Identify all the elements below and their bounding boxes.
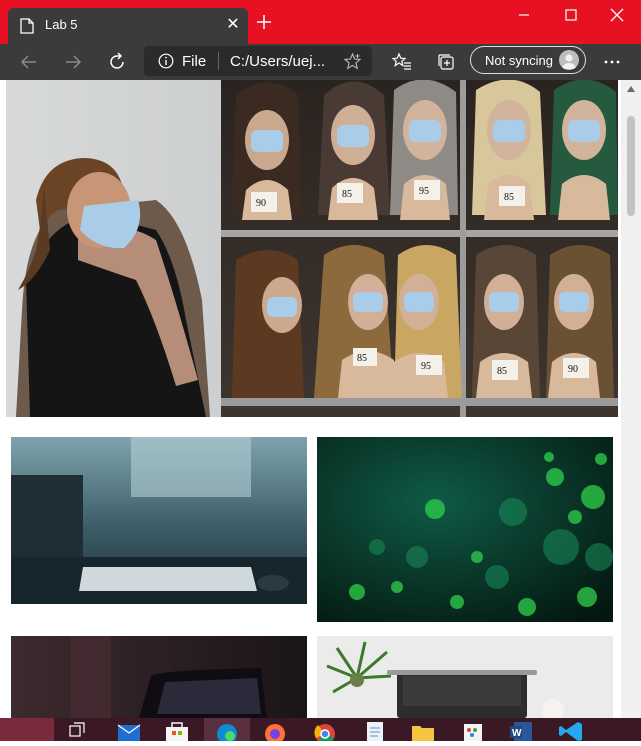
plus-icon[interactable] xyxy=(255,13,273,31)
collections-icon[interactable] xyxy=(436,52,456,72)
price-card: 85 xyxy=(504,192,514,203)
mail-icon[interactable] xyxy=(110,718,148,741)
laptop-dark-graphic xyxy=(11,636,307,718)
keyboard-photo-graphic xyxy=(11,437,307,604)
search-box-stub[interactable] xyxy=(0,718,54,741)
avatar xyxy=(559,50,579,70)
price-card: 85 xyxy=(497,366,507,377)
tab-title: Lab 5 xyxy=(45,17,78,32)
minimize-icon[interactable] xyxy=(513,6,535,24)
price-card: 95 xyxy=(421,361,431,372)
back-arrow-icon[interactable] xyxy=(19,52,39,72)
vertical-scrollbar[interactable] xyxy=(621,80,641,718)
scroll-up-icon[interactable] xyxy=(627,86,635,92)
edge-active-tab[interactable] xyxy=(204,718,250,744)
chrome-icon[interactable] xyxy=(306,718,344,741)
browser-toolbar: File C:/Users/uej... Not syncing xyxy=(0,44,641,80)
price-card: 95 xyxy=(419,186,429,197)
more-icon[interactable] xyxy=(602,52,622,72)
url-text[interactable]: C:/Users/uej... xyxy=(230,53,340,70)
svg-text:W: W xyxy=(512,728,522,739)
windows-taskbar: W xyxy=(0,718,641,744)
vscode-icon[interactable] xyxy=(552,718,590,741)
word-icon[interactable]: W xyxy=(502,718,540,741)
scrollbar-thumb[interactable] xyxy=(627,116,635,216)
store-icon[interactable] xyxy=(158,718,196,741)
file-explorer-icon[interactable] xyxy=(404,718,442,741)
address-bar[interactable]: File C:/Users/uej... xyxy=(144,46,372,76)
title-bar: Lab 5 ✕ xyxy=(0,0,641,44)
masked-woman-wig-shop-photo: 90 85 95 85 85 95 85 90 xyxy=(6,80,618,417)
favorites-icon[interactable] xyxy=(392,52,412,72)
info-icon[interactable] xyxy=(158,53,174,69)
sync-label: Not syncing xyxy=(485,53,553,68)
browser-tab[interactable]: Lab 5 ✕ xyxy=(8,8,248,44)
bokeh-graphic xyxy=(317,437,613,622)
laptop-plant-graphic xyxy=(317,636,613,718)
firefox-icon[interactable] xyxy=(256,718,294,741)
price-card: 90 xyxy=(568,364,578,375)
address-divider xyxy=(218,52,219,70)
person-icon xyxy=(562,54,576,69)
maximize-icon[interactable] xyxy=(560,6,582,24)
price-card: 85 xyxy=(357,353,367,364)
edge-icon xyxy=(217,724,237,744)
price-card: 85 xyxy=(342,189,352,200)
forward-arrow-icon[interactable] xyxy=(63,52,83,72)
task-view-icon[interactable] xyxy=(58,718,96,741)
paint-icon[interactable] xyxy=(454,718,492,741)
sync-button[interactable]: Not syncing xyxy=(470,46,586,74)
tab-close-icon[interactable]: ✕ xyxy=(224,16,242,34)
laptop-plant-desk-photo xyxy=(317,636,613,718)
laptop-dark-photo xyxy=(11,636,307,718)
star-icon[interactable] xyxy=(344,53,361,70)
price-card: 90 xyxy=(256,198,266,209)
refresh-icon[interactable] xyxy=(107,52,127,72)
page-viewport: 90 85 95 85 85 95 85 90 xyxy=(0,80,641,718)
green-bokeh-photo xyxy=(317,437,613,622)
hero-photo-graphic: 90 85 95 85 85 95 85 90 xyxy=(6,80,618,417)
notepad-icon[interactable] xyxy=(356,718,394,741)
keyboard-desk-photo xyxy=(11,437,307,604)
scheme-label: File xyxy=(182,53,207,70)
page-icon xyxy=(20,18,34,34)
close-icon[interactable] xyxy=(606,6,628,24)
